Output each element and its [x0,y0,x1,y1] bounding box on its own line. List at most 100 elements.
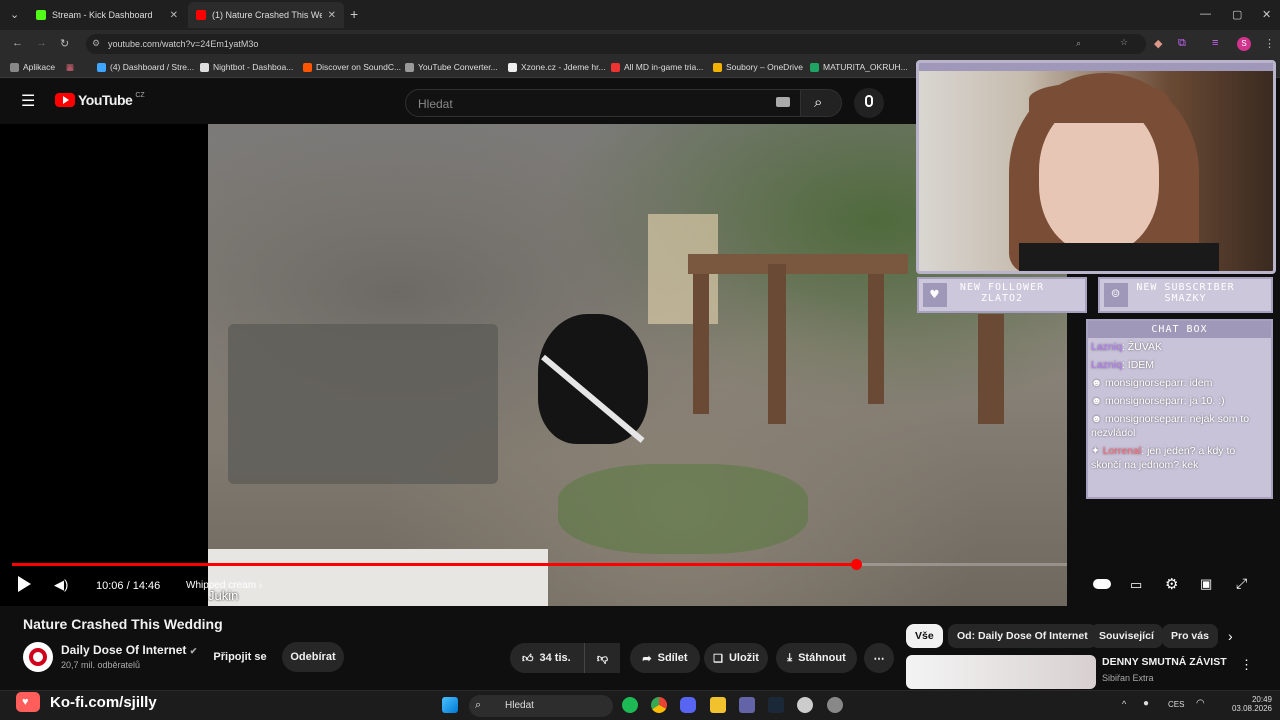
join-button[interactable]: Připojit se [206,642,274,672]
wooden-platform [688,254,908,274]
chip-from-channel[interactable]: Od: Daily Dose Of Internet [948,624,1097,648]
extension-icon[interactable]: ◆ [1154,37,1162,50]
chrome-icon[interactable] [651,697,667,713]
file-explorer-icon[interactable] [710,697,726,713]
subtitles-icon[interactable]: ▭ [1130,577,1142,593]
minimize-icon[interactable]: — [1200,8,1211,20]
white-canopy [208,549,548,606]
dislike-button[interactable]: 👎︎ [584,643,620,673]
new-tab-button[interactable]: + [350,6,358,22]
forward-icon[interactable]: → [36,37,47,49]
share-button[interactable]: ➦ Sdílet [630,643,700,673]
wifi-icon[interactable]: ◠ [1196,698,1205,709]
chevron-right-icon[interactable]: › [1228,628,1233,644]
discord-icon[interactable] [680,697,696,713]
xzone-icon [508,62,517,72]
chapter-title[interactable]: Whipped cream › [186,580,262,591]
media-icon[interactable]: ≡ [1212,37,1218,49]
url-text: youtube.com/watch?v=24Em1yatM3o [108,39,259,49]
reload-icon[interactable]: ↻ [60,37,69,50]
video-player[interactable]: Jukin ◀) 10:06 / 14:46 Whipped cream › ▭… [0,124,1247,606]
tab-youtube-video[interactable]: (1) Nature Crashed This Weddin ✕ [188,2,344,28]
bookmark-youtube-converter[interactable]: YouTube Converter... [405,62,498,72]
hamburger-menu-icon[interactable]: ☰ [21,91,35,111]
bookmark-xzone[interactable]: Xzone.cz - Jdeme hr... [508,62,606,72]
grid-icon[interactable]: ▦ [66,62,74,73]
teams-icon[interactable] [739,697,755,713]
soundcloud-icon [303,62,312,72]
taskbar-search[interactable]: ⌕ Hledat [469,695,613,717]
back-icon[interactable]: ← [12,37,23,49]
download-button[interactable]: ⤓ Stáhnout [776,643,857,673]
progress-scrubber[interactable] [851,559,862,570]
chat-message: ☻ monsignorseparr: idem [1091,377,1213,389]
profile-avatar[interactable]: S [1237,37,1251,51]
voice-search-button[interactable] [854,88,884,118]
obs-icon[interactable] [827,697,843,713]
apps-icon [10,62,19,72]
concrete-wall [228,324,498,484]
keyboard-icon[interactable] [776,97,790,107]
fullscreen-icon[interactable]: ⤢ [1236,575,1247,592]
app-icon[interactable] [797,697,813,713]
tab-kick-dashboard[interactable]: Stream - Kick Dashboard ✕ [28,2,186,28]
recommended-title[interactable]: DENNY SMUTNÁ ZÁVIST [1102,656,1227,668]
search-button[interactable]: ⌕ [800,89,842,117]
bookmark-dashboard[interactable]: (4) Dashboard / Stre... [97,62,194,72]
youtube-play-logo-icon [55,93,75,107]
theater-mode-icon[interactable]: ▣ [1200,576,1212,592]
bookmark-soundcloud[interactable]: Discover on SoundC... [303,62,401,72]
menu-icon[interactable]: ⋮ [1264,37,1275,50]
bookmark-maturita[interactable]: MATURITA_OKRUH... [810,62,908,72]
clock[interactable]: 20:49 03.08.2026 [1222,695,1272,713]
recommended-channel[interactable]: Sibiřan Extra [1102,673,1154,683]
close-icon[interactable]: ✕ [328,10,336,21]
bookmark-apps[interactable]: Aplikace [10,62,55,72]
channel-name[interactable]: Daily Dose Of Internet ✔ [61,643,197,657]
address-toolbar: ← → ↻ ⚙ youtube.com/watch?v=24Em1yatM3o … [0,30,1280,58]
windows-start-icon[interactable] [442,697,458,713]
more-actions-button[interactable]: ⋯ [864,643,894,673]
microphone-tray-icon[interactable]: ● [1143,698,1149,709]
language-indicator[interactable]: CES [1168,700,1184,709]
chip-related[interactable]: Související [1090,624,1163,648]
chat-message: Lazniq: IDEM [1091,359,1155,371]
autoplay-toggle[interactable] [1093,579,1111,589]
puzzle-icon[interactable]: ⧉ [1178,37,1186,50]
tray-chevron-up-icon[interactable]: ^ [1122,699,1126,709]
close-window-icon[interactable]: ✕ [1262,8,1271,21]
address-input[interactable]: ⚙ youtube.com/watch?v=24Em1yatM3o ⌕ ☆ [86,34,1146,54]
save-button[interactable]: ❑ Uložit [704,643,768,673]
zoom-icon[interactable]: ⌕ [1076,38,1081,49]
maximize-icon[interactable]: ▢ [1232,8,1242,21]
settings-gear-icon[interactable]: ⚙ [1165,575,1178,593]
bookmark-onedrive[interactable]: Soubory – OneDrive [713,62,803,72]
verified-icon: ✔ [189,646,198,656]
bookmark-nightbot[interactable]: Nightbot - Dashboa... [200,62,293,72]
onedrive-icon [713,62,722,72]
chat-box-title: CHAT BOX [1088,321,1271,338]
volume-icon[interactable]: ◀) [54,577,68,593]
bookmark-star-icon[interactable]: ☆ [1120,37,1128,48]
chip-for-you[interactable]: Pro vás [1162,624,1218,648]
spotify-icon[interactable] [622,697,638,713]
site-info-icon[interactable]: ⚙ [92,38,100,49]
kebab-menu-icon[interactable]: ⋮ [1240,657,1253,673]
tab-list-icon[interactable]: ⌄ [10,8,19,21]
wooden-post [693,274,709,414]
steam-icon[interactable] [768,697,784,713]
channel-avatar[interactable] [23,642,53,672]
windows-taskbar: ⌕ Hledat CES 20:49 03.08.2026 [0,690,1280,720]
youtube-logo[interactable]: YouTube CZ [55,92,145,108]
search-input[interactable]: Hledat [405,89,803,117]
play-icon[interactable] [18,576,31,592]
unsubscribe-button[interactable]: Odebírat [282,642,344,672]
chip-all[interactable]: Vše [906,624,943,648]
kofi-link-text: Ko-fi.com/sjilly [50,693,157,711]
close-icon[interactable]: ✕ [170,10,178,21]
subscriber-count: 20,7 mil. odběratelů [61,660,141,670]
bookmark-md-ingame[interactable]: All MD in-game tria... [611,62,703,72]
heart-icon: ♥ [923,283,947,307]
recommended-thumbnail[interactable] [906,655,1096,689]
progress-bar[interactable] [12,559,1067,570]
